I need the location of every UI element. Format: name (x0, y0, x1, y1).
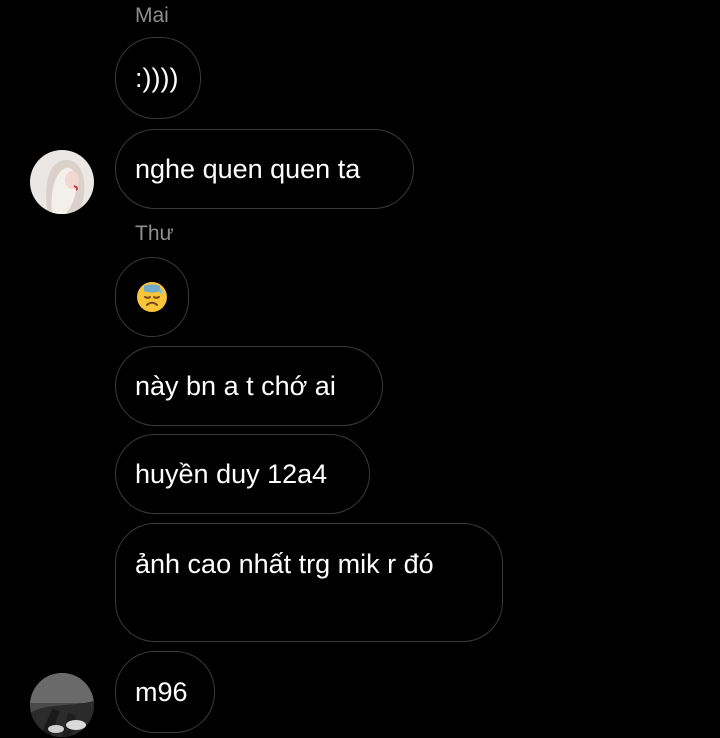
message-bubble-7[interactable]: m96 (115, 651, 215, 733)
message-bubble-6[interactable]: ảnh cao nhất trg mik r đó (115, 523, 503, 642)
message-bubble-1[interactable]: :)))) (115, 37, 201, 119)
message-bubble-5[interactable]: huyền duy 12a4 (115, 434, 370, 514)
avatar-mai[interactable] (30, 150, 94, 214)
sender-name-mai: Mai (135, 4, 169, 27)
message-text: ảnh cao nhất trg mik r đó (135, 549, 434, 579)
downcast-sweat-face-icon (136, 281, 168, 313)
message-text: huyền duy 12a4 (135, 458, 328, 489)
message-text: m96 (135, 676, 188, 707)
message-text: :)))) (135, 62, 179, 93)
avatar-thu[interactable] (30, 673, 94, 737)
message-text: này bn a t chớ ai (135, 370, 336, 401)
message-bubble-4[interactable]: này bn a t chớ ai (115, 346, 383, 426)
sender-name-thu: Thư (135, 222, 174, 245)
profile-photo-icon (30, 673, 94, 737)
profile-photo-icon (30, 150, 94, 214)
message-text: nghe quen quen ta (135, 153, 361, 184)
message-bubble-2[interactable]: nghe quen quen ta (115, 129, 414, 209)
message-bubble-3[interactable] (115, 257, 189, 337)
